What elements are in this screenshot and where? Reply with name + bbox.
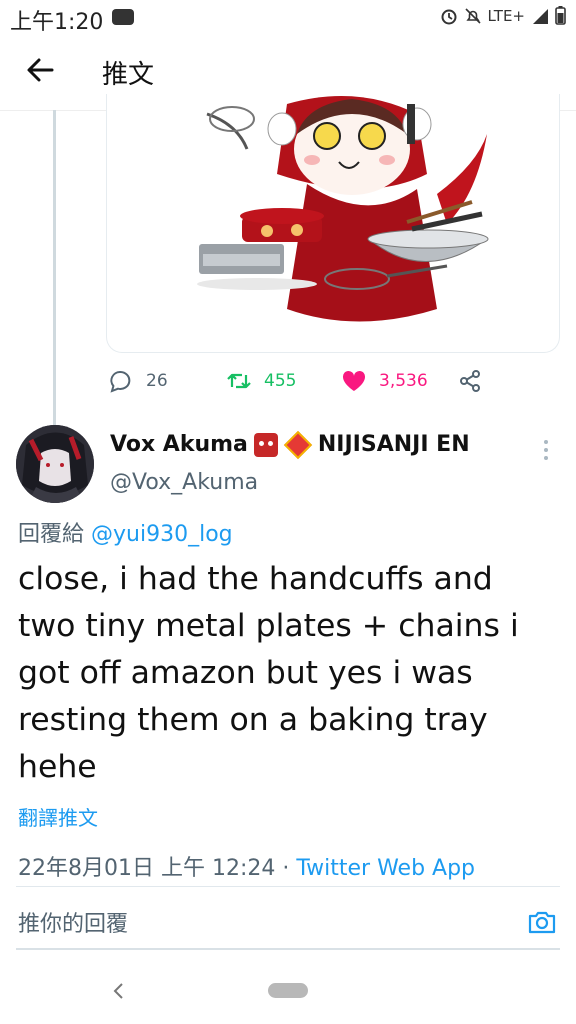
heart-icon xyxy=(342,370,366,391)
thread-line xyxy=(53,110,56,425)
author-handle[interactable]: @Vox_Akuma xyxy=(110,470,258,495)
signal-icon xyxy=(533,8,548,24)
more-options-icon[interactable] xyxy=(540,438,552,462)
reply-input[interactable]: 推你的回覆 xyxy=(18,906,128,938)
author-tag: NIJISANJI EN xyxy=(317,432,470,457)
reply-icon xyxy=(110,370,131,393)
share-button[interactable] xyxy=(458,368,482,394)
translate-link[interactable]: 翻譯推文 xyxy=(18,802,98,831)
tweet-image[interactable] xyxy=(106,94,560,353)
share-icon xyxy=(460,370,480,392)
tweet-meta: 22年8月01日 上午 12:24 · Twitter Web App xyxy=(18,850,475,882)
retweet-button[interactable]: 455 xyxy=(226,368,296,394)
author-name: Vox Akuma xyxy=(110,432,248,457)
camera-icon[interactable] xyxy=(526,906,558,938)
status-icons: LTE+ xyxy=(440,6,567,25)
status-time: 上午1:20 xyxy=(10,10,104,35)
status-bar: 上午1:20 LTE+ xyxy=(0,0,576,36)
like-count: 3,536 xyxy=(379,371,428,391)
youtube-notification-icon xyxy=(112,9,134,25)
avatar[interactable] xyxy=(16,425,94,503)
demon-mask-emoji-icon xyxy=(253,432,278,457)
reply-prefix: 回覆給 xyxy=(18,522,85,547)
back-arrow-icon[interactable] xyxy=(22,52,58,88)
network-label: LTE+ xyxy=(487,6,526,25)
tweet-text: close, i had the handcuffs and two tiny … xyxy=(18,561,519,785)
retweet-icon xyxy=(227,373,251,389)
battery-icon xyxy=(555,6,566,25)
red-envelope-emoji-icon xyxy=(283,430,313,459)
reply-button[interactable]: 26 xyxy=(108,368,168,394)
notifications-off-icon xyxy=(464,7,481,24)
page-title: 推文 xyxy=(102,60,155,90)
composer-underline xyxy=(16,948,560,950)
avatar-portrait xyxy=(16,425,94,503)
nav-home-pill[interactable] xyxy=(268,983,308,998)
nav-back-icon[interactable] xyxy=(110,978,126,1004)
chibi-baking-illustration xyxy=(197,96,489,322)
like-button[interactable]: 3,536 xyxy=(341,368,428,394)
reply-count: 26 xyxy=(146,371,168,391)
retweet-count: 455 xyxy=(264,371,297,391)
timestamp: 22年8月01日 上午 12:24 · xyxy=(18,856,297,881)
alarm-icon xyxy=(441,9,456,24)
author-name-line[interactable]: Vox Akuma NIJISANJI EN xyxy=(110,430,470,459)
reply-context: 回覆給 @yui930_log xyxy=(18,516,233,548)
divider xyxy=(16,886,560,887)
reply-target-link[interactable]: @yui930_log xyxy=(91,522,233,547)
source-app-link[interactable]: Twitter Web App xyxy=(296,856,475,881)
